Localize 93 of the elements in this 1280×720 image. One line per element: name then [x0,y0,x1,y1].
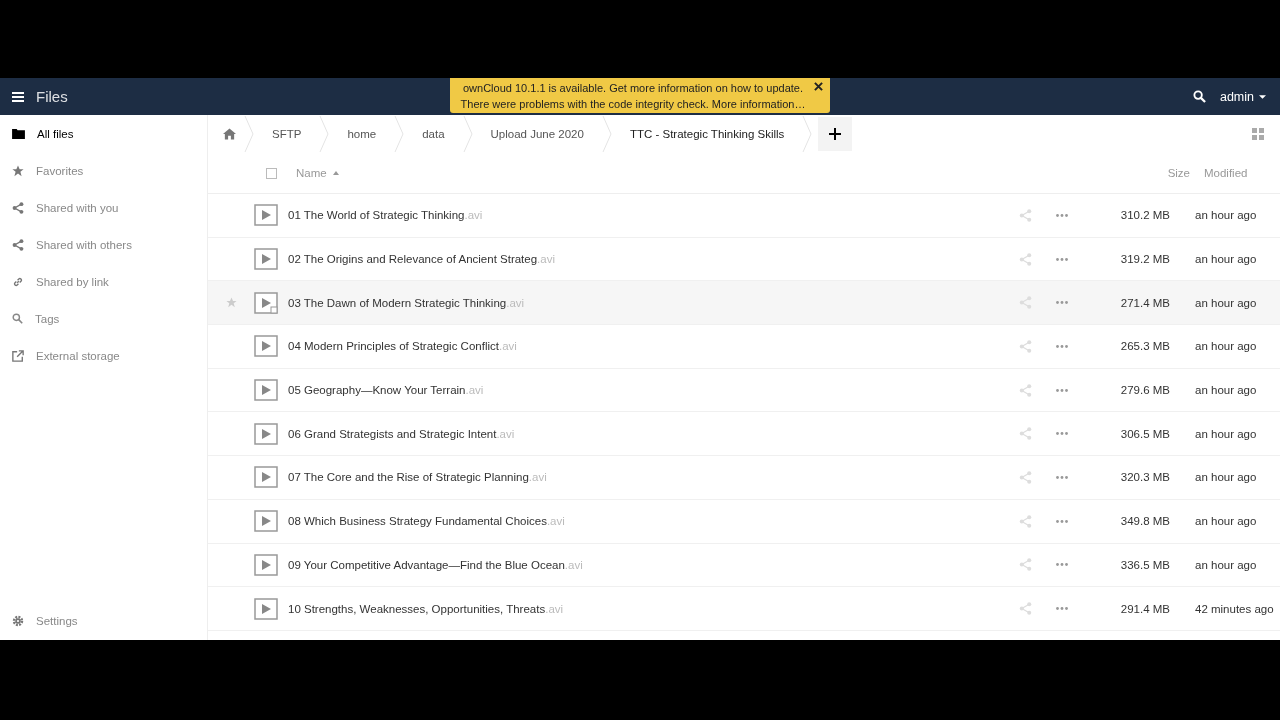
video-file-icon [254,379,278,402]
breadcrumb-link[interactable]: data [404,128,463,140]
grid-view-icon[interactable] [1252,128,1264,140]
share-icon [12,238,24,251]
settings-item[interactable]: Settings [0,602,207,640]
breadcrumb-link[interactable]: TTC - Strategic Thinking Skills [611,128,803,140]
file-size: 310.2 MB [1119,209,1170,222]
more-icon[interactable] [1056,213,1068,217]
more-icon[interactable] [1056,607,1068,611]
sidebar-item[interactable]: Shared with you [0,189,207,226]
modified-time: 42 minutes ago [1194,602,1275,615]
file-size: 349.8 MB [1119,515,1170,528]
notification-text: There were problems with the code integrity check. More information… [460,96,806,112]
file-size: 336.5 MB [1119,558,1170,571]
user-menu[interactable]: admin [1219,89,1266,104]
sidebar-item[interactable]: Shared with others [0,226,207,263]
modified-time: an hour ago [1194,384,1258,397]
more-icon[interactable] [1056,257,1068,261]
app-title: Files [36,88,68,105]
chevron-icon [601,116,612,152]
file-size: 319.2 MB [1119,253,1170,266]
modified-time: an hour ago [1194,558,1258,571]
video-file-icon [254,553,278,576]
video-file-icon [254,597,278,620]
modified-time: an hour ago [1194,253,1258,266]
video-file-icon [254,466,278,489]
file-name[interactable]: 04 Modern Principles of Strategic Conflict.avi [288,340,517,353]
external-link-icon [12,349,24,362]
plus-icon [829,128,842,140]
modified-time: an hour ago [1194,471,1258,484]
file-row[interactable]: 03 The Dawn of Modern Strategic Thinking.avi 271.4 MB an hour ago [208,281,1280,326]
folder-icon [12,128,25,139]
video-file-icon [254,335,278,358]
sort-arrow-icon [332,171,339,175]
file-name[interactable]: 09 Your Competitive Advantage—Find the Blue Ocean.avi [288,558,583,571]
star-icon[interactable] [225,297,237,309]
more-icon[interactable] [1056,475,1068,479]
chevron-icon [394,116,405,152]
home-icon[interactable] [223,128,236,140]
modified-time: an hour ago [1194,427,1258,440]
file-name[interactable]: 02 The Origins and Relevance of Ancient Strateg.avi [288,253,555,266]
modified-time: an hour ago [1194,296,1258,309]
breadcrumb-link[interactable]: home [329,128,395,140]
file-name[interactable]: 03 The Dawn of Modern Strategic Thinking.avi [288,296,525,309]
select-all-checkbox[interactable] [266,167,277,179]
file-name[interactable]: 06 Grand Strategists and Strategic Intent.avi [288,427,515,440]
file-name[interactable]: 05 Geography—Know Your Terrain.avi [288,384,484,397]
video-file-icon [254,422,278,445]
more-icon[interactable] [1056,519,1068,523]
file-size: 279.6 MB [1119,384,1170,397]
file-size: 306.5 MB [1119,427,1170,440]
link-icon [12,275,24,288]
file-size: 320.3 MB [1119,471,1170,484]
chevron-icon [802,116,813,152]
sidebar-item[interactable]: Favorites [0,152,207,189]
file-size: 271.4 MB [1119,296,1170,309]
breadcrumb-link[interactable]: Upload June 2020 [472,128,602,140]
menu-icon[interactable] [12,91,24,102]
gear-icon [12,615,24,627]
file-name[interactable]: 08 Which Business Strategy Fundamental Choices.avi [288,515,565,528]
video-file-icon [254,510,278,533]
star-icon [12,164,24,177]
sidebar-item[interactable]: Shared by link [0,263,207,300]
sidebar-item[interactable]: Tags [0,300,207,337]
chevron-icon [462,116,473,152]
file-size: 265.3 MB [1119,340,1170,353]
file-size: 291.4 MB [1119,602,1170,615]
video-file-icon [254,248,278,271]
modified-time: an hour ago [1194,340,1258,353]
chevron-icon [319,116,330,152]
notification-text: ownCloud 10.1.1 is available. Get more information on how to update. [463,80,803,96]
modified-time: an hour ago [1194,209,1258,222]
file-name[interactable]: 10 Strengths, Weaknesses, Opportunities, Threats.avi [288,602,564,615]
search-icon [12,313,23,324]
sidebar-item[interactable]: All files [0,115,207,152]
file-name[interactable]: 07 The Core and the Rise of Strategic Planning.avi [288,471,547,484]
more-icon[interactable] [1056,563,1068,567]
more-icon[interactable] [1056,432,1068,436]
sidebar-item[interactable]: External storage [0,337,207,374]
caret-icon [1259,94,1266,99]
share-icon [12,201,24,214]
chevron-icon [244,116,254,152]
search-icon[interactable] [1192,90,1206,103]
video-file-icon [254,291,278,314]
more-icon[interactable] [1056,388,1068,392]
new-button[interactable] [818,117,853,151]
breadcrumb-link[interactable]: SFTP [254,128,320,140]
more-icon[interactable] [1056,301,1068,305]
modified-time: an hour ago [1194,515,1258,528]
close-icon[interactable] [814,82,823,91]
video-file-icon [254,204,278,227]
file-name[interactable]: 01 The World of Strategic Thinking.avi [288,209,483,222]
more-icon[interactable] [1056,344,1068,348]
